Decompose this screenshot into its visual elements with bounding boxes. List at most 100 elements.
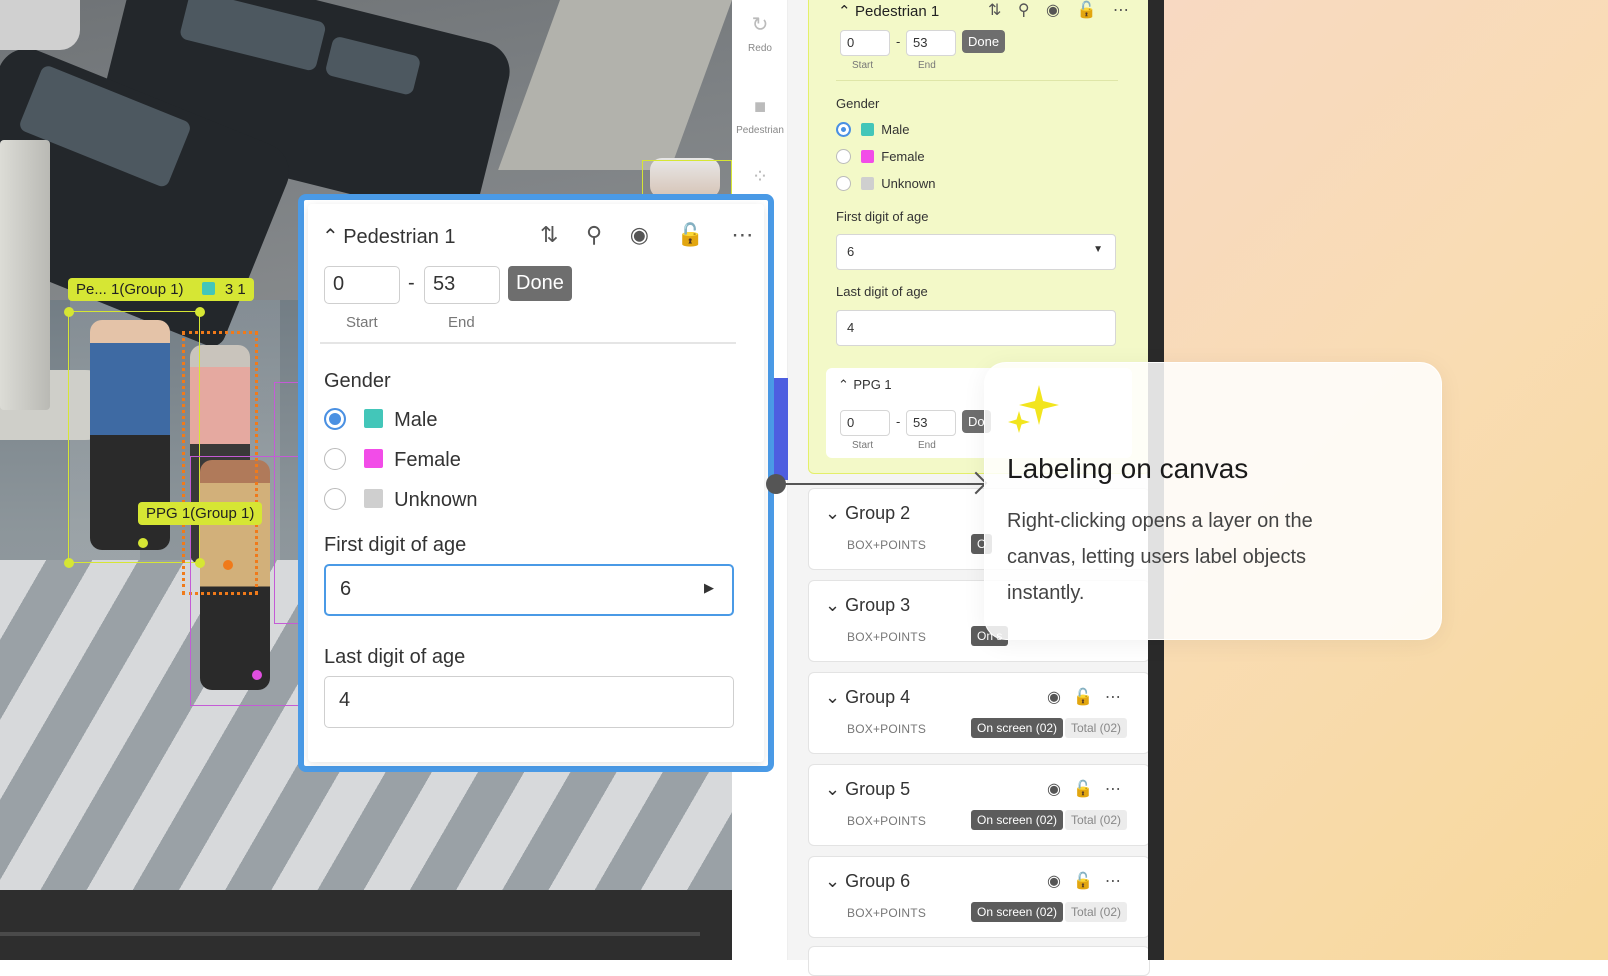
- pin-icon[interactable]: ⚲: [586, 222, 602, 248]
- on-screen-badge[interactable]: On screen (02): [971, 902, 1064, 922]
- radio-selected[interactable]: [324, 408, 346, 430]
- eye-icon[interactable]: ◉: [1046, 0, 1060, 20]
- radio-unselected[interactable]: [324, 488, 346, 510]
- eye-icon[interactable]: ◉: [1047, 779, 1061, 799]
- start-label: Start: [852, 440, 874, 451]
- pedestrian-card-header[interactable]: ⌃ Pedestrian 1: [838, 2, 939, 21]
- sort-icon[interactable]: ⇅: [540, 222, 558, 248]
- redo-tool[interactable]: ↻ Redo: [732, 12, 788, 54]
- done-button[interactable]: Done: [962, 30, 1006, 53]
- chevron-down-icon[interactable]: ⌄: [825, 871, 840, 891]
- last-digit-input[interactable]: 4: [836, 310, 1116, 346]
- first-digit-select[interactable]: 6 ▼: [836, 234, 1116, 270]
- more-icon[interactable]: ⋯: [1105, 871, 1121, 891]
- gender-option-male[interactable]: Male: [836, 122, 909, 137]
- radio-unselected[interactable]: [836, 149, 851, 164]
- bbox-handle[interactable]: [64, 307, 74, 317]
- first-digit-select[interactable]: 6 ▶: [324, 564, 734, 616]
- eye-icon[interactable]: ◉: [630, 222, 649, 248]
- total-badge[interactable]: Total (02): [1065, 902, 1128, 922]
- popup-done-button[interactable]: Done: [508, 266, 572, 301]
- on-screen-badge[interactable]: On screen (02): [971, 718, 1064, 738]
- on-screen-badge[interactable]: On screen (02): [971, 810, 1064, 830]
- pedestrian-card-actions: ⇅ ⚲ ◉ 🔓 ⋯: [976, 0, 1129, 20]
- group-card-partial[interactable]: [808, 946, 1150, 976]
- gender-option-label: Unknown: [394, 489, 478, 511]
- unlock-icon[interactable]: 🔓: [1073, 779, 1093, 799]
- radio-selected[interactable]: [836, 122, 851, 137]
- more-icon[interactable]: ⋯: [731, 222, 753, 248]
- end-frame-input[interactable]: 53: [906, 30, 956, 56]
- pedestrian-tool[interactable]: ■ Pedestrian: [732, 96, 788, 136]
- gender-option-female[interactable]: Female: [324, 448, 461, 472]
- callout-body: Right-clicking opens a layer on the canv…: [1007, 510, 1313, 604]
- group-card[interactable]: ⌄ Group 4 ◉ 🔓 ⋯ BOX+POINTS On screen (02) …: [808, 672, 1150, 754]
- start-frame-input[interactable]: 0: [840, 30, 890, 56]
- popup-start-input[interactable]: 0: [324, 266, 400, 304]
- gender-option-label: Female: [881, 149, 925, 164]
- pedestrian-tag[interactable]: Pe... 1(Group 1) 3 1: [68, 278, 254, 301]
- gender-option-female[interactable]: Female: [836, 149, 925, 164]
- bbox-pedestrian-1[interactable]: [68, 311, 200, 563]
- bbox-purple-2[interactable]: [190, 456, 300, 706]
- car-white: [0, 0, 80, 50]
- unlock-icon[interactable]: 🔓: [1073, 687, 1093, 707]
- group-header[interactable]: ⌄ Group 2: [825, 503, 910, 524]
- chevron-up-icon[interactable]: ⌃: [322, 226, 339, 248]
- group-card[interactable]: ⌄ Group 6 ◉ 🔓 ⋯ BOX+POINTS On screen (02) …: [808, 856, 1150, 938]
- color-swatch: [363, 409, 383, 428]
- total-badge[interactable]: Total (02): [1065, 718, 1128, 738]
- chevron-down-icon[interactable]: ⌄: [825, 779, 840, 799]
- more-icon[interactable]: ⋯: [1105, 687, 1121, 707]
- keypoint[interactable]: [138, 538, 148, 548]
- chevron-down-icon[interactable]: ⌄: [825, 687, 840, 707]
- group-card[interactable]: ⌄ Group 5 ◉ 🔓 ⋯ BOX+POINTS On screen (02) …: [808, 764, 1150, 846]
- eye-icon[interactable]: ◉: [1047, 687, 1061, 707]
- chevron-down-icon[interactable]: ⌄: [825, 595, 840, 615]
- bbox-handle[interactable]: [195, 558, 205, 568]
- group-type: BOX+POINTS: [847, 906, 927, 920]
- group-actions: ◉ 🔓 ⋯: [1035, 779, 1121, 799]
- color-swatch: [860, 123, 874, 136]
- group-header[interactable]: ⌄ Group 6: [825, 871, 910, 892]
- bbox-handle[interactable]: [195, 307, 205, 317]
- total-badge[interactable]: Total (02): [1065, 810, 1128, 830]
- gender-option-unknown[interactable]: Unknown: [324, 488, 478, 512]
- group-header[interactable]: ⌄ Group 5: [825, 779, 910, 800]
- range-separator: -: [896, 34, 901, 49]
- sort-icon[interactable]: ⇅: [988, 0, 1001, 20]
- gender-label: Gender: [324, 370, 391, 392]
- group-header[interactable]: ⌄ Group 3: [825, 595, 910, 616]
- chevron-up-icon[interactable]: ⌃: [838, 3, 851, 20]
- radio-unselected[interactable]: [324, 448, 346, 470]
- chevron-down-icon[interactable]: ⌄: [825, 503, 840, 523]
- gender-option-male[interactable]: Male: [324, 408, 437, 432]
- last-digit-input[interactable]: 4: [324, 676, 734, 728]
- more-icon[interactable]: ⋯: [1113, 0, 1129, 20]
- gender-option-unknown[interactable]: Unknown: [836, 176, 935, 191]
- popup-header[interactable]: ⌃ Pedestrian 1: [322, 224, 456, 249]
- more-icon[interactable]: ⋯: [1105, 779, 1121, 799]
- ppg-end-input[interactable]: 53: [906, 410, 956, 436]
- group-header[interactable]: ⌄ Group 4: [825, 687, 910, 708]
- popup-title: Pedestrian 1: [343, 226, 456, 248]
- ppg-tag[interactable]: PPG 1(Group 1): [138, 502, 263, 525]
- eye-icon[interactable]: ◉: [1047, 871, 1061, 891]
- timeline-track[interactable]: [0, 932, 700, 936]
- unlock-icon[interactable]: 🔓: [1073, 871, 1093, 891]
- bbox-handle[interactable]: [64, 558, 74, 568]
- gender-option-label: Unknown: [881, 176, 936, 191]
- ppg-start-input[interactable]: 0: [840, 410, 890, 436]
- unlock-icon[interactable]: 🔓: [676, 222, 703, 248]
- more-tools[interactable]: ⁘: [732, 164, 788, 195]
- ppg-card-header[interactable]: ⌃ PPG 1: [838, 376, 892, 394]
- dropdown-caret-icon: ▶: [704, 580, 714, 595]
- keypoint[interactable]: [223, 560, 233, 570]
- radio-unselected[interactable]: [836, 176, 851, 191]
- keypoint[interactable]: [252, 670, 262, 680]
- pin-icon[interactable]: ⚲: [1018, 0, 1030, 20]
- popup-end-input[interactable]: 53: [424, 266, 500, 304]
- chevron-up-icon[interactable]: ⌃: [838, 377, 849, 392]
- callout-connector: [776, 483, 984, 485]
- unlock-icon[interactable]: 🔓: [1076, 0, 1096, 20]
